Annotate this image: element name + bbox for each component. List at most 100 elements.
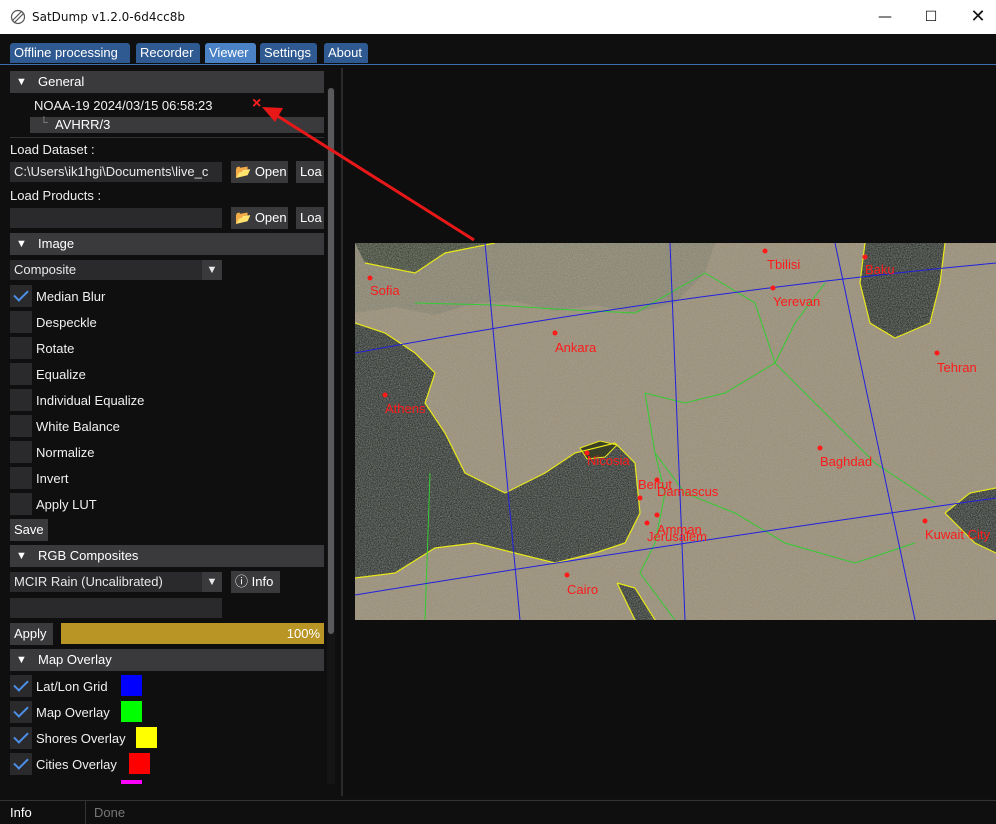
- load-dataset-button[interactable]: Loa: [296, 161, 324, 183]
- folder-icon: 📂: [235, 164, 252, 179]
- composite-expression-value: [10, 600, 14, 615]
- open-products-button[interactable]: 📂 Open: [231, 207, 288, 229]
- invert-checkbox[interactable]: [10, 467, 32, 489]
- map-overlay-color-swatch[interactable]: [121, 701, 142, 722]
- invert-label: Invert: [36, 471, 69, 486]
- city-label: Jerusalem: [647, 529, 707, 544]
- minimize-icon[interactable]: —: [862, 0, 908, 34]
- chevron-down-icon[interactable]: ▼: [202, 260, 222, 280]
- rotate-checkbox[interactable]: [10, 337, 32, 359]
- shores-overlay-label: Shores Overlay: [36, 731, 126, 746]
- collapse-triangle-icon: ▼: [16, 550, 27, 562]
- white-balance-label: White Balance: [36, 419, 120, 434]
- despeckle-checkbox[interactable]: [10, 311, 32, 333]
- white-balance-checkbox[interactable]: [10, 415, 32, 437]
- status-label: Info: [10, 805, 32, 820]
- folder-icon: 📂: [235, 210, 252, 225]
- map-overlay-section-header[interactable]: ▼ Map Overlay: [10, 649, 324, 671]
- individual-equalize-checkbox[interactable]: [10, 389, 32, 411]
- city-label: Yerevan: [773, 294, 820, 309]
- latlon-grid-color-swatch[interactable]: [121, 675, 142, 696]
- status-bar: Info Done: [0, 800, 996, 824]
- rgb-composites-header-label: RGB Composites: [38, 548, 139, 563]
- tab-recorder[interactable]: Recorder: [136, 43, 200, 63]
- image-speckle: [355, 243, 996, 620]
- instrument-tree-item[interactable]: └ AVHRR/3: [30, 117, 324, 133]
- collapse-triangle-icon: ▼: [16, 654, 27, 666]
- status-message: Done: [94, 805, 126, 820]
- cities-overlay-color-swatch[interactable]: [129, 753, 150, 774]
- shores-overlay-color-swatch[interactable]: [136, 727, 157, 748]
- tab-offline-processing[interactable]: Offline processing: [10, 43, 130, 63]
- map-overlay-header-label: Map Overlay: [38, 652, 112, 667]
- median-blur-label: Median Blur: [36, 289, 106, 304]
- tab-about[interactable]: About: [324, 43, 368, 63]
- cities-overlay-checkbox[interactable]: [10, 753, 32, 775]
- close-window-icon[interactable]: ✕: [955, 0, 996, 34]
- tab-settings[interactable]: Settings: [260, 43, 317, 63]
- general-header-label: General: [38, 74, 85, 89]
- progress-text: 100%: [286, 626, 320, 641]
- individual-equalize-label: Individual Equalize: [36, 393, 145, 408]
- city-label: Damascus: [657, 484, 719, 499]
- satellite-image[interactable]: Sofia Tbilisi Baku Yerevan Ankara Tehran…: [355, 243, 996, 620]
- median-blur-checkbox[interactable]: [10, 285, 32, 307]
- viewer-side-panel: ▼ General NOAA-19 2024/03/15 06:58:23 × …: [0, 66, 338, 798]
- shores-overlay-checkbox[interactable]: [10, 727, 32, 749]
- cities-overlay-label: Cities Overlay: [36, 757, 117, 772]
- city-label: Tbilisi: [767, 257, 800, 272]
- open-dataset-button[interactable]: 📂 Open: [231, 161, 288, 183]
- rgb-composite-select[interactable]: MCIR Rain (Uncalibrated) ▼: [10, 572, 222, 592]
- products-path-input[interactable]: [10, 208, 222, 228]
- apply-composite-button[interactable]: Apply: [10, 623, 53, 645]
- image-header-label: Image: [38, 236, 75, 251]
- image-mode-value: Composite: [14, 262, 77, 277]
- open-products-label: Open: [254, 210, 287, 225]
- dataset-path-value: C:\Users\ik1hgi\Documents\live_c: [14, 164, 209, 179]
- general-section-header[interactable]: ▼ General: [10, 71, 324, 93]
- map-overlay-label: Map Overlay: [36, 705, 110, 720]
- satellite-image-svg: Sofia Tbilisi Baku Yerevan Ankara Tehran…: [355, 243, 996, 620]
- normalize-checkbox[interactable]: [10, 441, 32, 463]
- satdump-app-icon: [10, 9, 26, 25]
- products-path-value: [10, 210, 14, 225]
- tab-bar: Offline processing Recorder Viewer Setti…: [0, 34, 996, 65]
- instrument-label: AVHRR/3: [55, 117, 111, 132]
- dataset-path-input[interactable]: C:\Users\ik1hgi\Documents\live_c: [10, 162, 222, 182]
- maximize-icon[interactable]: ☐: [908, 0, 954, 34]
- apply-lut-checkbox[interactable]: [10, 493, 32, 515]
- load-products-button[interactable]: Loa: [296, 207, 324, 229]
- composite-progress-bar: 100%: [61, 623, 324, 644]
- image-section-header[interactable]: ▼ Image: [10, 233, 324, 255]
- city-label: Cairo: [567, 582, 598, 597]
- city-label: Nicosia: [587, 453, 630, 468]
- composite-info-button[interactable]: ⓘ Info: [231, 571, 280, 593]
- save-image-button[interactable]: Save: [10, 519, 48, 541]
- close-dataset-icon[interactable]: ×: [252, 95, 261, 113]
- panel-scrollbar[interactable]: [327, 88, 335, 784]
- composite-expression-input[interactable]: [10, 598, 222, 618]
- city-label: Baghdad: [820, 454, 872, 469]
- load-products-label: Load Products :: [10, 188, 102, 203]
- map-overlay-checkbox[interactable]: [10, 701, 32, 723]
- apply-lut-label: Apply LUT: [36, 497, 97, 512]
- info-icon: ⓘ: [235, 574, 249, 589]
- scrollbar-thumb[interactable]: [328, 88, 334, 634]
- divider: [10, 137, 324, 138]
- latlon-grid-checkbox[interactable]: [10, 675, 32, 697]
- tab-viewer[interactable]: Viewer: [205, 43, 256, 63]
- chevron-down-icon[interactable]: ▼: [202, 572, 222, 592]
- city-label: Baku: [865, 262, 895, 277]
- rotate-label: Rotate: [36, 341, 75, 356]
- dataset-tree-item[interactable]: NOAA-19 2024/03/15 06:58:23: [34, 98, 213, 113]
- partial-color-swatch[interactable]: [121, 780, 142, 784]
- image-mode-select[interactable]: Composite ▼: [10, 260, 222, 280]
- city-label: Ankara: [555, 340, 597, 355]
- progress-fill: [61, 623, 324, 644]
- load-dataset-label: Load Dataset :: [10, 142, 95, 157]
- normalize-label: Normalize: [36, 445, 95, 460]
- title-bar: SatDump v1.2.0-6d4cc8b — ☐ ✕: [0, 0, 996, 34]
- equalize-checkbox[interactable]: [10, 363, 32, 385]
- panel-splitter[interactable]: [341, 68, 343, 796]
- rgb-composites-section-header[interactable]: ▼ RGB Composites: [10, 545, 324, 567]
